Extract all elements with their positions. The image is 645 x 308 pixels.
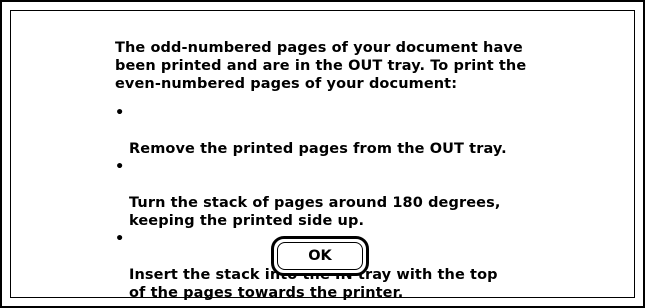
- list-item: • Remove the printed pages from the OUT …: [115, 104, 585, 158]
- dialog-content-frame: The odd-numbered pages of your document …: [10, 10, 635, 301]
- ok-button[interactable]: OK: [277, 242, 363, 270]
- default-button-ring: OK: [271, 236, 369, 276]
- list-item: • Turn the stack of pages around 180 deg…: [115, 158, 585, 230]
- bullet-icon: •: [115, 159, 125, 175]
- bullet-icon: •: [115, 231, 125, 247]
- alert-dialog: The odd-numbered pages of your document …: [0, 0, 645, 308]
- intro-text: The odd-numbered pages of your document …: [115, 40, 527, 92]
- step-text: Turn the stack of pages around 180 degre…: [129, 195, 501, 229]
- bullet-icon: •: [115, 105, 125, 121]
- step-text: Remove the printed pages from the OUT tr…: [129, 141, 507, 157]
